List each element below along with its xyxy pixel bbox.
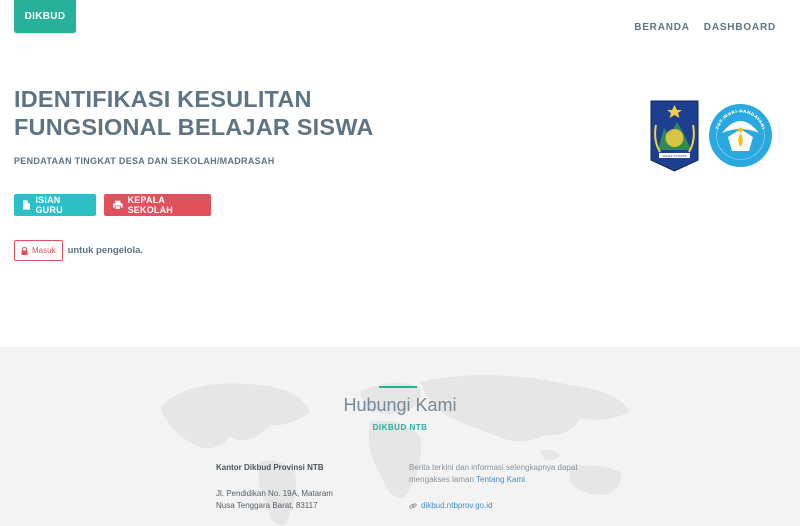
page-title-line1: IDENTIFIKASI KESULITAN (14, 86, 312, 112)
login-hint-text: untuk pengelola. (67, 245, 144, 256)
office-address-line1: Jl. Pendidikan No. 19A, Mataram (216, 489, 333, 498)
office-name: Kantor Dikbud Provinsi NTB (216, 463, 324, 472)
info-text-line2: mengakses laman Tentang Kami. (409, 474, 609, 486)
isian-guru-button[interactable]: ISIAN GURU (14, 194, 96, 216)
login-row: Masuk untuk pengelola. (14, 240, 143, 261)
heading-divider (379, 386, 417, 388)
kepala-sekolah-button[interactable]: KEPALA SEKOLAH (104, 194, 211, 216)
info-text-suffix: . (524, 475, 528, 484)
office-address: Kantor Dikbud Provinsi NTB Jl. Pendidika… (216, 462, 333, 512)
page-title-line2: FUNGSIONAL BELAJAR SISWA (14, 114, 374, 140)
top-nav: BERANDA DASHBOARD (634, 22, 776, 33)
page-subtitle: PENDATAAN TINGKAT DESA DAN SEKOLAH/MADRA… (14, 156, 275, 166)
org-label: DIKBUD NTB (372, 423, 428, 432)
website-link[interactable]: dikbud.ntbprov.go.id (421, 500, 492, 512)
lock-icon (21, 246, 28, 255)
tentang-kami-link[interactable]: Tentang Kami (476, 475, 525, 484)
footer: Hubungi Kami DIKBUD NTB Kantor Dikbud Pr… (0, 347, 800, 526)
tut-wuri-handayani-logo: TUT WURI HANDAYANI (709, 104, 772, 167)
nav-item-dashboard[interactable]: DASHBOARD (704, 22, 776, 33)
website-row: dikbud.ntbprov.go.id (409, 500, 609, 512)
masuk-button[interactable]: Masuk (14, 240, 63, 261)
nav-item-beranda[interactable]: BERANDA (634, 22, 690, 33)
isian-guru-label: ISIAN GURU (35, 195, 63, 215)
file-icon (23, 200, 31, 210)
page-title: IDENTIFIKASI KESULITAN FUNGSIONAL BELAJA… (14, 85, 434, 141)
masuk-label: Masuk (32, 246, 56, 255)
info-block: Berita terkini dan informasi selengkapny… (409, 462, 609, 512)
info-text-prefix: mengakses laman (409, 475, 476, 484)
office-address-line2: Nusa Tenggara Barat, 83117 (216, 501, 318, 510)
link-icon (409, 503, 417, 509)
info-text-line1: Berita terkini dan informasi selengkapny… (409, 463, 578, 472)
ntb-emblem-motto: TAKTAK TOTAKTIK (661, 154, 687, 158)
kepala-sekolah-label: KEPALA SEKOLAH (127, 195, 173, 215)
brand-logo-button[interactable]: DIKBUD (14, 0, 76, 33)
contact-heading: Hubungi Kami (343, 395, 457, 415)
ntb-emblem-logo: TAKTAK TOTAKTIK (650, 100, 699, 172)
print-icon (113, 200, 123, 210)
